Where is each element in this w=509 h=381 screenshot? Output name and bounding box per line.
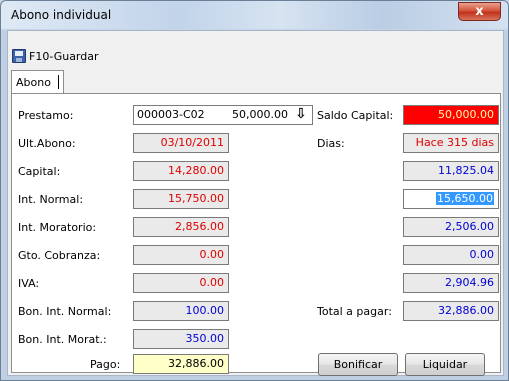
bon-int-morat-field: 350.00 [133,329,229,349]
iva-field: 0.00 [133,273,229,293]
int-moratorio-right-field: 2,506.00 [403,217,499,237]
save-icon [12,49,26,63]
int-moratorio-label: Int. Moratorio: [18,221,97,234]
close-button[interactable]: x [458,2,501,21]
tab-abono-label: Abono [16,76,51,89]
iva-right-field: 2,904.96 [403,273,499,293]
gto-cobranza-label: Gto. Cobranza: [18,249,101,262]
bonificar-button[interactable]: Bonificar [318,353,398,376]
capital-right-field: 11,825.04 [403,161,499,181]
lookup-arrow-icon[interactable]: ⇩ [292,107,310,123]
pago-label: Pago: [90,358,121,371]
save-button-label: F10-Guardar [29,49,99,63]
bon-int-normal-field: 100.00 [133,301,229,321]
int-normal-label: Int. Normal: [18,193,84,206]
total-pagar-field: 32,886.00 [403,301,499,321]
saldo-capital-field: 50,000.00 [403,105,499,125]
bon-int-normal-label: Bon. Int. Normal: [18,305,112,318]
prestamo-code: 000003-C02 [137,108,205,121]
window-title: Abono individual [11,8,112,22]
gto-cobranza-field: 0.00 [133,245,229,265]
dialog-window: Abono individual x F10-Guardar Abono Pre… [0,0,509,381]
ult-abono-label: Ult.Abono: [18,137,76,150]
prestamo-amount: 50,000.00 [232,108,288,121]
abono-panel: Prestamo: 000003-C02 50,000.00 ⇩ Saldo C… [11,93,501,376]
iva-label: IVA: [18,277,40,290]
int-moratorio-field: 2,856.00 [133,217,229,237]
total-pagar-label: Total a pagar: [317,305,392,318]
capital-label: Capital: [18,165,61,178]
bon-int-morat-label: Bon. Int. Morat.: [18,333,107,346]
int-normal-field: 15,750.00 [133,189,229,209]
tab-abono[interactable]: Abono [11,70,64,94]
prestamo-input[interactable]: 000003-C02 50,000.00 ⇩ [133,105,313,125]
dias-field: Hace 315 dias [403,133,499,153]
ult-abono-field: 03/10/2011 [133,133,229,153]
dialog-client-area: F10-Guardar Abono Prestamo: 000003-C02 5… [7,30,504,376]
tab-divider [58,75,59,89]
int-normal-right-selected-text: 15,650.00 [436,192,494,205]
prestamo-label: Prestamo: [18,109,74,122]
title-bar[interactable]: Abono individual x [1,1,508,29]
close-icon: x [475,4,484,19]
gto-cobranza-right-field: 0.00 [403,245,499,265]
dias-label: Dias: [317,137,345,150]
capital-field: 14,280.00 [133,161,229,181]
pago-input[interactable]: 32,886.00 [133,354,229,374]
liquidar-button[interactable]: Liquidar [405,353,485,376]
int-normal-right-input[interactable]: 15,650.00 [403,189,499,209]
save-button[interactable]: F10-Guardar [12,47,99,65]
saldo-capital-label: Saldo Capital: [317,109,394,122]
